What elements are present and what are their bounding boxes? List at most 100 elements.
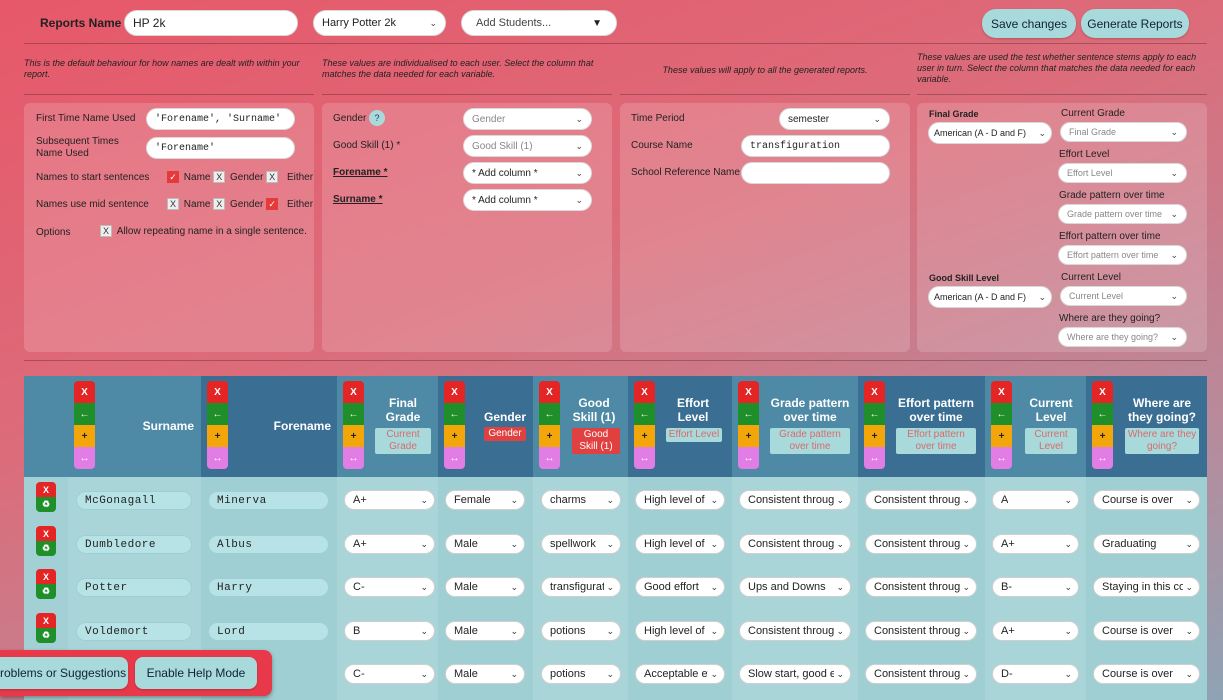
going-cell-select[interactable]: Staying in this co ⌄: [1093, 577, 1200, 597]
forename-cell[interactable]: Harry: [208, 578, 329, 597]
time-period-select[interactable]: semester ⌄: [779, 108, 890, 130]
delete-column-button[interactable]: X: [444, 381, 465, 403]
good-skill-scale-select[interactable]: American (A - D and F) ⌄: [928, 286, 1052, 308]
skill-cell-select[interactable]: spellwork ⌄: [541, 534, 621, 554]
delete-column-button[interactable]: X: [738, 381, 759, 403]
add-column-button[interactable]: +: [444, 425, 465, 447]
grade-cell-select[interactable]: C- ⌄: [344, 577, 435, 597]
reports-name-input[interactable]: HP 2k: [124, 10, 298, 36]
gender-cell-select[interactable]: Female ⌄: [445, 490, 525, 510]
gpat-cell-select[interactable]: Consistent through ⌄: [739, 621, 851, 641]
effort-cell-select[interactable]: Good effort ⌄: [635, 577, 725, 597]
move-left-button[interactable]: ←: [738, 403, 759, 425]
skill-cell-select[interactable]: potions ⌄: [541, 621, 621, 641]
going-cell-select[interactable]: Graduating ⌄: [1093, 534, 1200, 554]
subsequent-name-input[interactable]: 'Forename': [146, 137, 295, 159]
grade-pattern-map-button[interactable]: Grade pattern over time: [770, 428, 850, 454]
gender-cell-select[interactable]: Male ⌄: [445, 621, 525, 641]
grade-cell-select[interactable]: B ⌄: [344, 621, 435, 641]
epat-cell-select[interactable]: Consistent through ⌄: [865, 621, 977, 641]
mid-name-checkbox[interactable]: X: [167, 198, 179, 210]
add-column-button[interactable]: +: [864, 425, 885, 447]
move-left-button[interactable]: ←: [1092, 403, 1113, 425]
add-column-button[interactable]: +: [207, 425, 228, 447]
going-cell-select[interactable]: Course is over ⌄: [1093, 490, 1200, 510]
grade-cell-select[interactable]: A+ ⌄: [344, 534, 435, 554]
delete-column-button[interactable]: X: [864, 381, 885, 403]
add-column-button[interactable]: +: [991, 425, 1012, 447]
epat-cell-select[interactable]: Consistent through ⌄: [865, 490, 977, 510]
delete-column-button[interactable]: X: [634, 381, 655, 403]
effort-map-button[interactable]: Effort Level: [666, 428, 722, 442]
current-level-select[interactable]: Current Level ⌄: [1060, 286, 1187, 306]
level-cell-select[interactable]: A+ ⌄: [992, 534, 1079, 554]
start-gender-checkbox[interactable]: X: [213, 171, 226, 183]
delete-row-button[interactable]: X: [36, 526, 56, 541]
move-left-button[interactable]: ←: [991, 403, 1012, 425]
gender-map-button[interactable]: Gender: [484, 427, 526, 441]
delete-column-button[interactable]: X: [991, 381, 1012, 403]
school-reference-input[interactable]: [741, 162, 890, 184]
effort-cell-select[interactable]: High level of e ⌄: [635, 490, 725, 510]
course-name-input[interactable]: transfiguration: [741, 135, 890, 157]
good-skill-column-select[interactable]: Good Skill (1) ⌄: [463, 135, 592, 157]
resize-column-button[interactable]: ↔: [207, 447, 228, 469]
good-skill-map-button[interactable]: Good Skill (1): [572, 428, 620, 454]
level-cell-select[interactable]: B- ⌄: [992, 577, 1079, 597]
delete-column-button[interactable]: X: [207, 381, 228, 403]
start-name-checkbox[interactable]: ✓: [167, 171, 179, 183]
resize-column-button[interactable]: ↔: [738, 447, 759, 469]
move-left-button[interactable]: ←: [343, 403, 364, 425]
current-grade-select[interactable]: Final Grade ⌄: [1060, 122, 1187, 142]
problems-suggestions-button[interactable]: roblems or Suggestions: [0, 657, 128, 689]
grade-cell-select[interactable]: A+ ⌄: [344, 490, 435, 510]
add-column-button[interactable]: +: [634, 425, 655, 447]
delete-column-button[interactable]: X: [74, 381, 95, 403]
save-changes-button[interactable]: Save changes: [982, 9, 1076, 38]
resize-column-button[interactable]: ↔: [343, 447, 364, 469]
add-students-select[interactable]: Add Students... ▼: [461, 10, 617, 36]
going-cell-select[interactable]: Course is over ⌄: [1093, 621, 1200, 641]
resize-column-button[interactable]: ↔: [444, 447, 465, 469]
going-cell-select[interactable]: Course is over ⌄: [1093, 664, 1200, 684]
allow-repeat-checkbox[interactable]: X: [100, 225, 112, 237]
where-going-select[interactable]: Where are they going? ⌄: [1058, 327, 1187, 347]
gender-cell-select[interactable]: Male ⌄: [445, 664, 525, 684]
delete-row-button[interactable]: X: [36, 569, 56, 584]
epat-cell-select[interactable]: Consistent through ⌄: [865, 577, 977, 597]
enable-help-mode-button[interactable]: Enable Help Mode: [135, 657, 257, 689]
epat-cell-select[interactable]: Consistent through ⌄: [865, 664, 977, 684]
skill-cell-select[interactable]: potions ⌄: [541, 664, 621, 684]
add-column-button[interactable]: +: [738, 425, 759, 447]
delete-column-button[interactable]: X: [539, 381, 560, 403]
surname-column-select[interactable]: * Add column * ⌄: [463, 189, 592, 211]
gender-cell-select[interactable]: Male ⌄: [445, 534, 525, 554]
move-left-button[interactable]: ←: [444, 403, 465, 425]
skill-cell-select[interactable]: charms ⌄: [541, 490, 621, 510]
recycle-icon[interactable]: ♻: [36, 628, 56, 643]
level-cell-select[interactable]: A ⌄: [992, 490, 1079, 510]
gpat-cell-select[interactable]: Slow start, good er ⌄: [739, 664, 851, 684]
template-select[interactable]: Harry Potter 2k ⌄: [313, 10, 446, 36]
effort-pattern-map-button[interactable]: Effort pattern over time: [896, 428, 976, 454]
forename-cell[interactable]: Minerva: [208, 491, 329, 510]
add-column-button[interactable]: +: [539, 425, 560, 447]
effort-pattern-select[interactable]: Effort pattern over time ⌄: [1058, 245, 1187, 265]
help-icon[interactable]: ?: [369, 110, 385, 126]
effort-cell-select[interactable]: High level of e ⌄: [635, 534, 725, 554]
final-grade-map-button[interactable]: Current Grade: [375, 428, 431, 454]
grade-cell-select[interactable]: C- ⌄: [344, 664, 435, 684]
resize-column-button[interactable]: ↔: [74, 447, 95, 469]
recycle-icon[interactable]: ♻: [36, 541, 56, 556]
level-cell-select[interactable]: D- ⌄: [992, 664, 1079, 684]
final-grade-scale-select[interactable]: American (A - D and F) ⌄: [928, 122, 1052, 144]
delete-row-button[interactable]: X: [36, 482, 56, 497]
mid-gender-checkbox[interactable]: X: [213, 198, 226, 210]
current-level-map-button[interactable]: Current Level: [1025, 428, 1077, 454]
add-column-button[interactable]: +: [343, 425, 364, 447]
recycle-icon[interactable]: ♻: [36, 497, 56, 512]
move-left-button[interactable]: ←: [74, 403, 95, 425]
effort-level-select[interactable]: Effort Level ⌄: [1058, 163, 1187, 183]
add-column-button[interactable]: +: [1092, 425, 1113, 447]
recycle-icon[interactable]: ♻: [36, 584, 56, 599]
